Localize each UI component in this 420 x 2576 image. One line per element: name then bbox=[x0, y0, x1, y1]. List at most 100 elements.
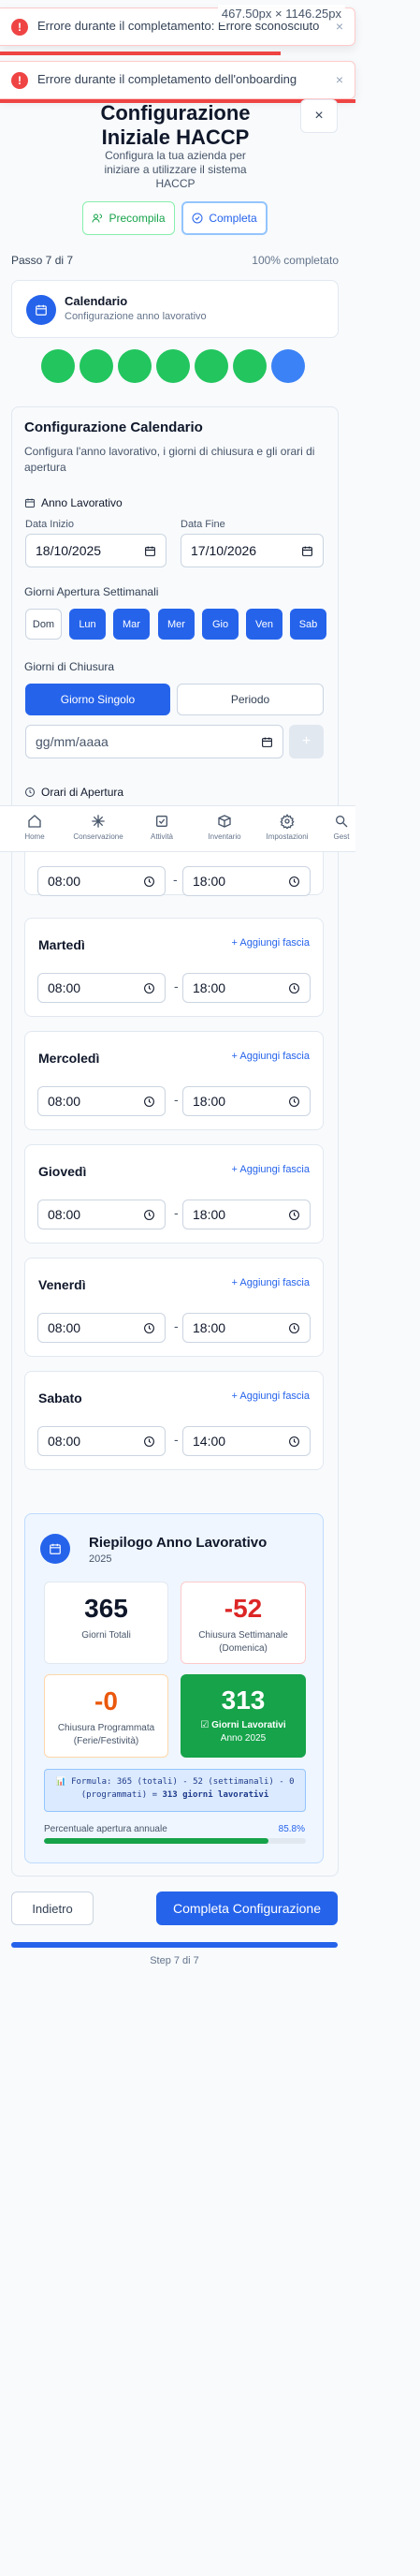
add-slot-button[interactable]: + Aggiungi fascia bbox=[232, 1277, 310, 1288]
step-dot[interactable] bbox=[233, 349, 267, 383]
opening-progress-bar bbox=[44, 1838, 306, 1844]
working-days-stat: 313 ☑ Giorni Lavorativi Anno 2025 bbox=[181, 1674, 306, 1758]
clock-icon[interactable] bbox=[143, 1096, 155, 1108]
clock-icon bbox=[25, 788, 35, 797]
clock-icon[interactable] bbox=[143, 876, 155, 888]
toast-progress bbox=[0, 52, 281, 55]
hours-card: Sabato + Aggiungi fascia 08:00-14:00 bbox=[24, 1371, 324, 1470]
formula-box: 📊 Formula: 365 (totali) - 52 (settimanal… bbox=[44, 1769, 306, 1812]
weekday-toggle[interactable]: Gio bbox=[202, 609, 239, 640]
close-time-input[interactable]: 18:00 bbox=[182, 1086, 311, 1116]
opening-percent-label: Percentuale apertura annuale bbox=[44, 1824, 167, 1834]
hours-card: Martedì + Aggiungi fascia 08:00-18:00 bbox=[24, 918, 324, 1017]
close-time-input[interactable]: 18:00 bbox=[182, 973, 311, 1003]
close-time-input[interactable]: 14:00 bbox=[182, 1426, 311, 1456]
close-time-input[interactable]: 18:00 bbox=[182, 1200, 311, 1229]
opening-percent-value: 85.8% bbox=[278, 1824, 305, 1834]
back-button[interactable]: Indietro bbox=[11, 1892, 94, 1925]
complete-button-header[interactable]: Completa bbox=[181, 201, 268, 235]
close-icon[interactable]: × bbox=[336, 72, 343, 87]
calendar-icon bbox=[25, 498, 35, 508]
day-name: Sabato bbox=[38, 1391, 82, 1406]
weekday-toggle[interactable]: Sab bbox=[290, 609, 326, 640]
calendar-icon bbox=[26, 295, 56, 325]
total-days-stat: 365 Giorni Totali bbox=[44, 1582, 168, 1664]
hours-section-heading: Orari di Apertura bbox=[24, 786, 123, 799]
percent-label: 100% completato bbox=[252, 254, 339, 267]
time-separator: - bbox=[173, 872, 178, 887]
weekday-toggle[interactable]: Mar bbox=[113, 609, 150, 640]
clock-icon[interactable] bbox=[288, 1096, 300, 1108]
close-button[interactable]: × bbox=[300, 99, 338, 133]
day-name: Giovedì bbox=[38, 1164, 87, 1179]
time-separator: - bbox=[174, 979, 179, 994]
weekday-toggle[interactable]: Lun bbox=[69, 609, 106, 640]
add-slot-button[interactable]: + Aggiungi fascia bbox=[232, 937, 310, 949]
step-label: Passo 7 di 7 bbox=[11, 254, 74, 267]
box-icon bbox=[218, 815, 231, 828]
open-time-input[interactable]: 08:00 bbox=[37, 1086, 166, 1116]
error-toast-2: ! Errore durante il completamento dell'o… bbox=[0, 61, 355, 99]
weekday-toggle[interactable]: Mer bbox=[158, 609, 195, 640]
open-time-input[interactable]: 08:00 bbox=[37, 973, 166, 1003]
closure-single-tab[interactable]: Giorno Singolo bbox=[25, 684, 170, 715]
summary-year: 2025 bbox=[89, 1553, 112, 1565]
add-slot-button[interactable]: + Aggiungi fascia bbox=[232, 1164, 310, 1175]
calendar-icon[interactable] bbox=[144, 545, 156, 557]
calendar-icon[interactable] bbox=[261, 736, 273, 748]
step-title: Calendario bbox=[65, 294, 128, 308]
clock-icon[interactable] bbox=[143, 1322, 155, 1334]
open-time-input[interactable]: 08:00 bbox=[37, 1313, 166, 1343]
day-name: Venerdì bbox=[38, 1277, 86, 1292]
gear-icon bbox=[280, 814, 295, 829]
section-title: Configurazione Calendario bbox=[24, 420, 203, 435]
add-slot-button[interactable]: + Aggiungi fascia bbox=[232, 1051, 310, 1062]
calendar-icon[interactable] bbox=[301, 545, 313, 557]
prefill-button[interactable]: Precompila bbox=[82, 201, 175, 235]
clock-icon[interactable] bbox=[288, 1209, 300, 1221]
page-subtitle: Configura la tua azienda per iniziare a … bbox=[104, 149, 247, 190]
nav-conservazione[interactable]: Conservazione bbox=[70, 814, 126, 841]
calendar-icon bbox=[40, 1534, 70, 1564]
add-slot-button[interactable]: + Aggiungi fascia bbox=[232, 1391, 310, 1402]
close-time-input[interactable]: 18:00 bbox=[182, 866, 311, 896]
weekday-toggle[interactable]: Ven bbox=[246, 609, 282, 640]
closure-date-input[interactable]: gg/mm/aaaa bbox=[25, 725, 283, 758]
opening-progress-fill bbox=[44, 1838, 269, 1844]
year-section-heading: Anno Lavorativo bbox=[24, 496, 123, 509]
clock-icon[interactable] bbox=[143, 1435, 155, 1448]
open-time-input[interactable]: 08:00 bbox=[37, 866, 166, 896]
time-separator: - bbox=[174, 1432, 179, 1447]
start-date-input[interactable]: 18/10/2025 bbox=[25, 534, 167, 567]
snowflake-icon bbox=[92, 815, 105, 828]
step-dot[interactable] bbox=[118, 349, 152, 383]
clock-icon[interactable] bbox=[288, 982, 300, 994]
nav-home[interactable]: Home bbox=[21, 814, 49, 841]
end-date-input[interactable]: 17/10/2026 bbox=[181, 534, 324, 567]
clock-icon[interactable] bbox=[288, 1435, 300, 1448]
start-date-label: Data Inizio bbox=[25, 519, 74, 530]
open-time-input[interactable]: 08:00 bbox=[37, 1426, 166, 1456]
close-time-input[interactable]: 18:00 bbox=[182, 1313, 311, 1343]
add-closure-button[interactable]: + bbox=[289, 725, 324, 758]
open-days-label: Giorni Apertura Settimanali bbox=[24, 585, 159, 598]
progress-row: Passo 7 di 7 100% completato bbox=[11, 254, 339, 267]
nav-attivita[interactable]: Attività bbox=[145, 814, 179, 841]
clock-icon[interactable] bbox=[143, 982, 155, 994]
step-dot[interactable] bbox=[271, 349, 305, 383]
step-dot[interactable] bbox=[41, 349, 75, 383]
nav-inventario[interactable]: Inventario bbox=[204, 814, 245, 841]
weekday-toggle[interactable]: Dom bbox=[25, 609, 62, 640]
nav-impostazioni[interactable]: Impostazioni bbox=[263, 814, 311, 841]
complete-configuration-button[interactable]: Completa Configurazione bbox=[156, 1892, 338, 1925]
step-dot[interactable] bbox=[195, 349, 228, 383]
closure-period-tab[interactable]: Periodo bbox=[177, 684, 324, 715]
open-time-input[interactable]: 08:00 bbox=[37, 1200, 166, 1229]
clock-icon[interactable] bbox=[288, 876, 300, 888]
nav-gestione[interactable]: Gest bbox=[329, 814, 354, 841]
clock-icon[interactable] bbox=[143, 1209, 155, 1221]
home-icon bbox=[28, 815, 41, 828]
clock-icon[interactable] bbox=[288, 1322, 300, 1334]
step-dot[interactable] bbox=[156, 349, 190, 383]
step-dot[interactable] bbox=[80, 349, 113, 383]
